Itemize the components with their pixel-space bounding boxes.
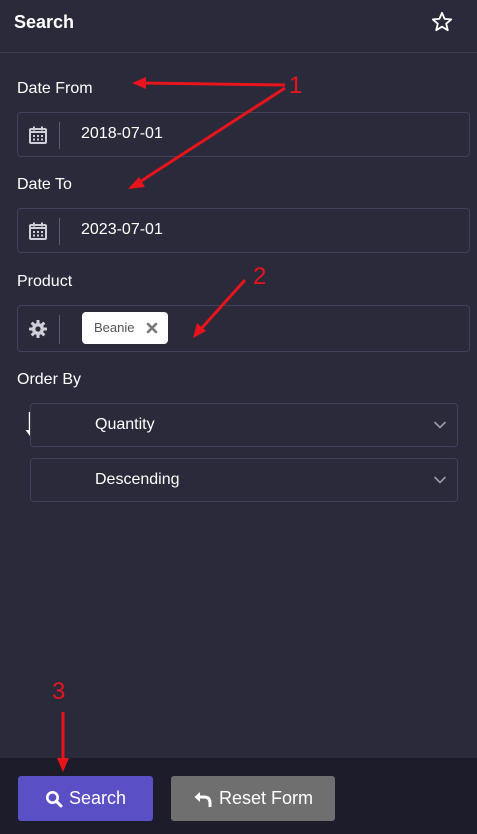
order-by-field-value: Quantity [95,416,155,433]
gear-icon [18,306,58,351]
panel-header: Search [0,0,477,53]
date-to-label: Date To [17,176,72,193]
date-to-value[interactable]: 2023-07-01 [81,221,163,239]
date-to-field[interactable]: 2023-07-01 [17,208,470,253]
calendar-icon[interactable] [18,113,58,156]
date-from-value[interactable]: 2018-07-01 [81,125,163,143]
search-icon [45,790,63,807]
calendar-icon[interactable] [18,209,58,252]
date-from-field[interactable]: 2018-07-01 [17,112,470,157]
search-button[interactable]: Search [18,776,153,821]
annotation-number-2: 2 [253,263,267,290]
panel-title: Search [14,12,75,32]
annotation-number-3: 3 [52,678,66,705]
tag-label: Beanie [94,320,135,335]
order-direction-select[interactable]: Descending [30,458,458,502]
order-by-label: Order By [17,371,82,388]
chevron-down-icon[interactable] [433,475,447,485]
order-by-field-select[interactable]: Quantity [30,403,458,447]
date-from-label: Date From [17,80,93,97]
product-tag-beanie[interactable]: Beanie [82,312,168,344]
reset-form-button[interactable]: Reset Form [171,776,335,821]
annotation-arrow-1a [132,77,286,89]
star-icon[interactable] [430,10,454,34]
search-button-label: Search [68,788,127,808]
annotation-number-1: 1 [289,72,303,99]
remove-tag-icon[interactable] [145,321,159,335]
order-direction-value: Descending [95,471,180,488]
chevron-down-icon[interactable] [433,420,447,430]
input-divider [59,218,60,245]
product-multiselect[interactable]: Beanie [17,305,470,352]
product-label: Product [17,273,73,290]
input-divider [59,122,60,149]
input-divider [59,315,60,344]
form-footer: Search Reset Form [0,758,477,834]
undo-icon [194,791,212,807]
reset-button-label: Reset Form [218,788,314,808]
